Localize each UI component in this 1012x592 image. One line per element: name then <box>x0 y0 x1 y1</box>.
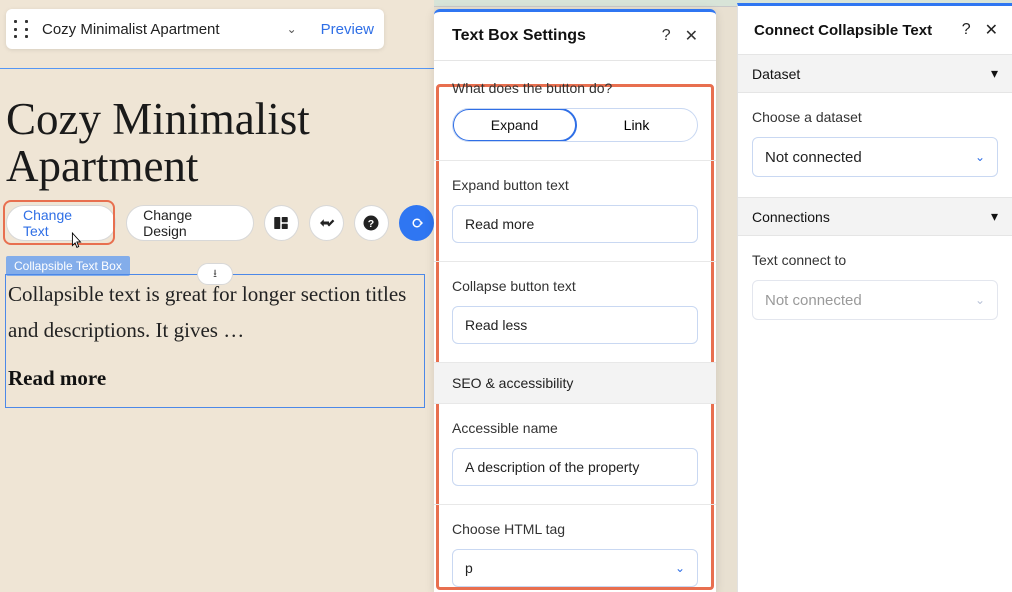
dataset-section-header[interactable]: Dataset ▾ <box>738 54 1012 93</box>
behavior-segmented: Expand Link <box>452 108 698 142</box>
button-does-label: What does the button do? <box>452 80 698 96</box>
caret-down-icon: ▾ <box>991 65 998 82</box>
text-connect-select[interactable]: Not connected ⌄ <box>752 280 998 320</box>
section-html-tag: Choose HTML tag p ⌄ <box>434 505 716 592</box>
change-design-button[interactable]: Change Design <box>126 205 254 241</box>
html-tag-value: p <box>465 560 473 576</box>
animation-icon[interactable] <box>309 205 344 241</box>
chevron-down-icon: ⌄ <box>675 561 685 575</box>
page-toolbar: Cozy Minimalist Apartment ⌄ Preview <box>6 9 384 49</box>
settings-title: Text Box Settings <box>452 27 648 45</box>
selection-guide-line <box>0 68 434 69</box>
connections-section-body: Text connect to Not connected ⌄ <box>738 236 1012 340</box>
settings-header: Text Box Settings ? ✕ <box>434 12 716 61</box>
connect-data-icon[interactable] <box>399 205 434 241</box>
connections-section-header[interactable]: Connections ▾ <box>738 197 1012 236</box>
seg-expand[interactable]: Expand <box>452 108 577 142</box>
help-icon[interactable]: ? <box>662 27 671 45</box>
element-type-badge: Collapsible Text Box <box>6 256 130 276</box>
text-connect-value: Not connected <box>765 292 862 309</box>
collapse-text-input[interactable]: Read less <box>452 306 698 344</box>
chevron-down-icon: ⌄ <box>975 293 985 307</box>
dataset-section-body: Choose a dataset Not connected ⌄ <box>738 93 1012 197</box>
choose-dataset-value: Not connected <box>765 149 862 166</box>
expand-text-input[interactable]: Read more <box>452 205 698 243</box>
chevron-down-icon: ⌄ <box>975 150 985 164</box>
settings-scroll: What does the button do? Expand Link Exp… <box>434 64 716 592</box>
section-button-behavior: What does the button do? Expand Link <box>434 64 716 161</box>
dataset-header-label: Dataset <box>752 66 800 82</box>
heading-line1: Cozy Minimalist <box>6 96 310 143</box>
collapsible-text-box[interactable]: ⭳ Collapsible text is great for longer s… <box>5 274 425 408</box>
connections-header-label: Connections <box>752 209 830 225</box>
connect-title: Connect Collapsible Text <box>754 22 948 39</box>
connect-panel: Connect Collapsible Text ? ✕ Dataset ▾ C… <box>737 3 1012 592</box>
caret-down-icon: ▾ <box>991 208 998 225</box>
read-more-link[interactable]: Read more <box>6 366 424 391</box>
collapse-text-label: Collapse button text <box>452 278 698 294</box>
help-icon[interactable]: ? <box>962 21 971 39</box>
canvas-area: Cozy Minimalist Apartment ⌄ Preview Cozy… <box>0 0 434 592</box>
preview-link[interactable]: Preview <box>321 21 374 38</box>
element-action-row: Change Text Change Design ? <box>6 205 434 241</box>
seo-accessibility-header: SEO & accessibility <box>434 363 716 404</box>
download-chip-icon[interactable]: ⭳ <box>197 263 233 285</box>
page-heading[interactable]: Cozy Minimalist Apartment <box>6 96 310 191</box>
text-connect-label: Text connect to <box>752 252 998 268</box>
section-expand-text: Expand button text Read more <box>434 161 716 262</box>
drag-grip-icon[interactable] <box>14 20 28 38</box>
accessible-name-label: Accessible name <box>452 420 698 436</box>
page-dropdown-icon[interactable]: ⌄ <box>287 22 297 36</box>
heading-line2: Apartment <box>6 143 310 190</box>
html-tag-label: Choose HTML tag <box>452 521 698 537</box>
choose-dataset-select[interactable]: Not connected ⌄ <box>752 137 998 177</box>
text-box-settings-panel: Text Box Settings ? ✕ What does the butt… <box>434 9 716 592</box>
html-tag-select[interactable]: p ⌄ <box>452 549 698 587</box>
connect-header: Connect Collapsible Text ? ✕ <box>738 6 1012 54</box>
choose-dataset-label: Choose a dataset <box>752 109 998 125</box>
layout-icon[interactable] <box>264 205 299 241</box>
expand-text-label: Expand button text <box>452 177 698 193</box>
close-icon[interactable]: ✕ <box>985 20 998 40</box>
close-icon[interactable]: ✕ <box>685 26 698 46</box>
help-icon[interactable]: ? <box>354 205 389 241</box>
accessible-name-input[interactable]: A description of the property <box>452 448 698 486</box>
change-text-button[interactable]: Change Text <box>6 205 116 241</box>
collapsible-body-text: Collapsible text is great for longer sec… <box>6 275 424 348</box>
svg-text:?: ? <box>368 218 374 230</box>
seg-link[interactable]: Link <box>576 109 697 141</box>
section-collapse-text: Collapse button text Read less <box>434 262 716 363</box>
page-name[interactable]: Cozy Minimalist Apartment <box>42 21 279 38</box>
section-accessible-name: Accessible name A description of the pro… <box>434 404 716 505</box>
